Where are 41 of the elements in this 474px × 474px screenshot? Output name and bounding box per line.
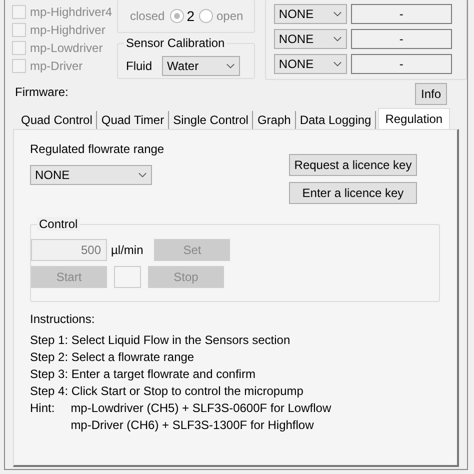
sensor-dropdown[interactable]: NONE bbox=[274, 54, 347, 74]
fluid-label: Fluid bbox=[126, 59, 152, 73]
instruction-step: Step 2: Select a flowrate range bbox=[30, 350, 441, 364]
sensor-dropdown[interactable]: NONE bbox=[274, 29, 347, 49]
firmware-label: Firmware: bbox=[15, 85, 68, 99]
instruction-step: Step 4: Click Start or Stop to control the micropump bbox=[30, 384, 441, 398]
range-dropdown[interactable]: NONE bbox=[30, 165, 152, 185]
tab[interactable]: Regulation bbox=[378, 108, 450, 129]
loop-label: closed bbox=[130, 9, 165, 23]
range-label: Regulated flowrate range bbox=[30, 142, 164, 156]
sensor-dropdown[interactable]: NONE bbox=[274, 4, 347, 24]
hint-text: mp-Driver (CH6) + SLF3S-1300F for Highflow bbox=[70, 418, 315, 432]
hint-label: Hint: bbox=[30, 401, 55, 417]
sensor-value: - bbox=[350, 29, 452, 49]
group-title: Sensor Calibration bbox=[124, 36, 227, 50]
licence-button[interactable]: Request a licence key bbox=[289, 154, 417, 176]
caret-icon bbox=[332, 11, 342, 17]
checkbox-label: mp-Highdriver bbox=[30, 23, 106, 37]
fluid-dropdown[interactable]: Water bbox=[162, 56, 240, 76]
radio-label: 2 bbox=[186, 8, 194, 24]
info-button[interactable]: Info bbox=[415, 83, 447, 105]
caret-icon bbox=[332, 61, 342, 67]
instruction-step: Step 3: Enter a target flowrate and confirm bbox=[30, 367, 441, 381]
sensor-value: - bbox=[350, 54, 452, 74]
instruction-step: Step 1: Select Liquid Flow in the Sensors section bbox=[30, 333, 441, 347]
radio-button[interactable] bbox=[170, 9, 184, 23]
caret-icon bbox=[138, 172, 147, 178]
checkbox-label: mp-Driver bbox=[30, 59, 83, 73]
group-title: Control bbox=[37, 217, 80, 231]
caret-icon bbox=[332, 36, 342, 42]
licence-button[interactable]: Enter a licence key bbox=[289, 182, 417, 204]
instructions-title: Instructions: bbox=[30, 312, 96, 326]
checkbox-label: mp-Highdriver4 bbox=[30, 5, 112, 19]
radio-label: open bbox=[216, 9, 244, 23]
sensor-value: - bbox=[350, 4, 452, 24]
checkbox-label: mp-Lowdriver bbox=[30, 41, 103, 55]
status-indicator bbox=[114, 266, 141, 288]
unit-label: µl/min bbox=[111, 243, 144, 257]
hint-text: mp-Lowdriver (CH5) + SLF3S-0600F for Lowflow bbox=[70, 401, 332, 415]
caret-icon bbox=[226, 63, 236, 69]
radio-button[interactable] bbox=[199, 9, 214, 23]
